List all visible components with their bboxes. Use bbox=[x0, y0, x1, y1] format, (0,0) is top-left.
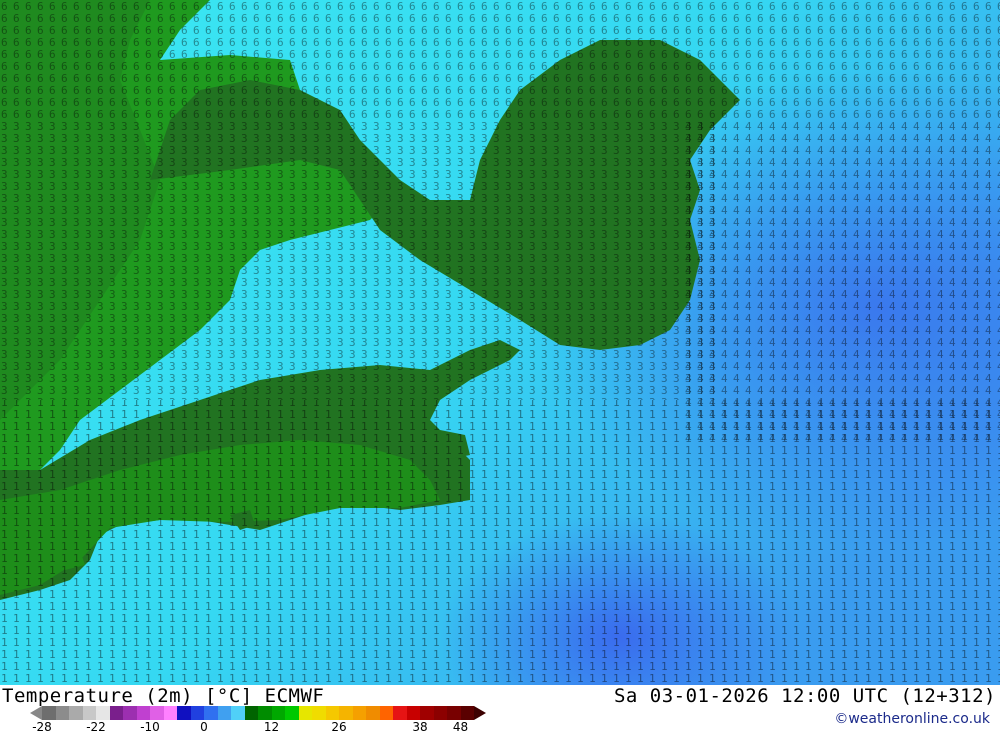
legend-swatch bbox=[258, 706, 272, 720]
map-canvas: 1 3 6 4 bbox=[0, 0, 1000, 685]
legend-tick-label: -28 bbox=[32, 720, 52, 734]
digit-field-north bbox=[0, 0, 1000, 120]
legend-swatch bbox=[298, 706, 312, 720]
map-title: Temperature (2m) [°C] ECMWF bbox=[2, 685, 325, 707]
legend-tick-label: -10 bbox=[140, 720, 160, 734]
legend-swatch bbox=[352, 706, 366, 720]
legend-swatch bbox=[433, 706, 447, 720]
legend-swatch bbox=[163, 706, 177, 720]
legend-swatch bbox=[204, 706, 218, 720]
legend-swatch bbox=[150, 706, 164, 720]
legend-swatch bbox=[339, 706, 353, 720]
legend-swatch bbox=[420, 706, 434, 720]
temperature-map: 1 3 6 4 bbox=[0, 0, 1000, 685]
legend-swatch bbox=[285, 706, 299, 720]
legend-ticks: -28 -22 -10 0 12 26 38 48 bbox=[0, 720, 500, 734]
legend-swatch bbox=[460, 706, 474, 720]
legend-swatch bbox=[190, 706, 204, 720]
legend-arrow-right bbox=[474, 706, 486, 720]
legend-swatch bbox=[379, 706, 393, 720]
digit-field-south bbox=[0, 400, 1000, 685]
map-footer: Temperature (2m) [°C] ECMWF Sa 03-01-202… bbox=[0, 685, 1000, 734]
legend-swatch bbox=[136, 706, 150, 720]
legend-swatch bbox=[244, 706, 258, 720]
legend-swatch bbox=[217, 706, 231, 720]
color-legend bbox=[30, 706, 486, 720]
legend-swatch bbox=[69, 706, 83, 720]
legend-swatch bbox=[393, 706, 407, 720]
digit-field-land bbox=[0, 120, 720, 400]
legend-swatch bbox=[177, 706, 191, 720]
legend-swatch bbox=[447, 706, 461, 720]
legend-swatch bbox=[96, 706, 110, 720]
legend-swatch bbox=[55, 706, 69, 720]
legend-swatch bbox=[271, 706, 285, 720]
legend-swatch bbox=[42, 706, 56, 720]
legend-tick-label: 38 bbox=[412, 720, 428, 734]
legend-swatch bbox=[312, 706, 326, 720]
digit-field-sea-east bbox=[680, 120, 1000, 440]
legend-tick-label: 0 bbox=[200, 720, 208, 734]
legend-swatch bbox=[82, 706, 96, 720]
legend-tick-label: -22 bbox=[86, 720, 106, 734]
legend-tick-label: 26 bbox=[331, 720, 347, 734]
legend-swatch bbox=[231, 706, 245, 720]
legend-arrow-left bbox=[30, 706, 42, 720]
legend-swatch bbox=[406, 706, 420, 720]
legend-swatch bbox=[109, 706, 123, 720]
credit-link[interactable]: ©weatheronline.co.uk bbox=[834, 711, 990, 727]
legend-tick-label: 48 bbox=[452, 720, 469, 734]
legend-swatch bbox=[366, 706, 380, 720]
legend-tick-label: 12 bbox=[263, 720, 280, 734]
legend-swatch bbox=[325, 706, 339, 720]
legend-swatch bbox=[123, 706, 137, 720]
valid-time: Sa 03-01-2026 12:00 UTC (12+312) bbox=[613, 685, 996, 707]
